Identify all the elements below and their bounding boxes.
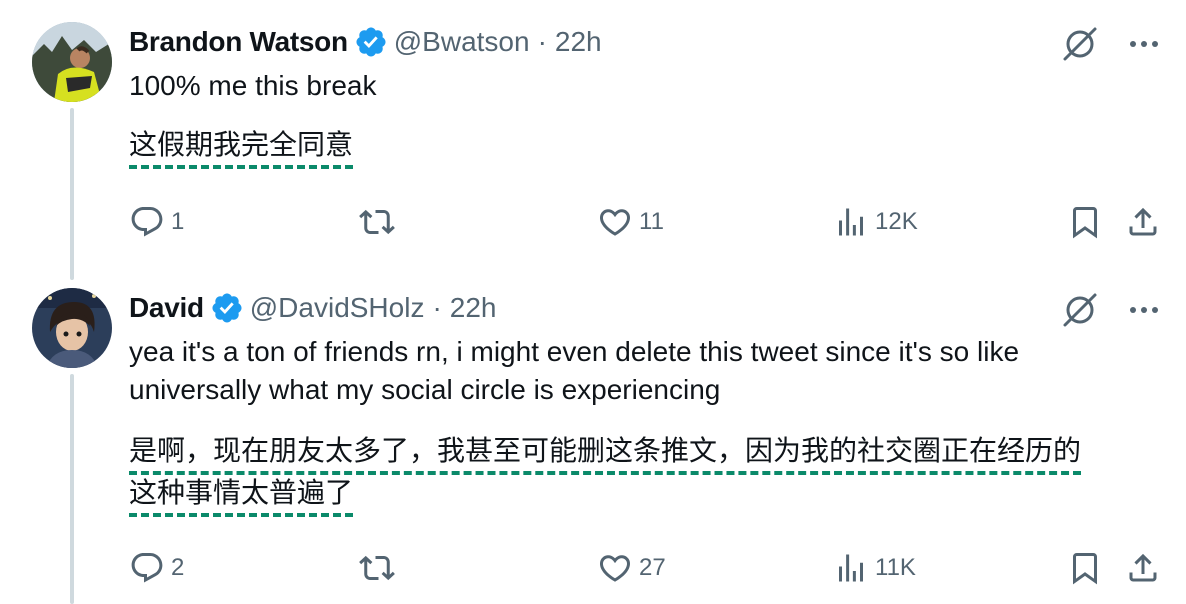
like-button[interactable]: 27 [597,546,666,590]
bookmark-icon [1073,207,1097,239]
tweet-david[interactable]: David @DavidSHolz · 22h yea it's a ton o… [0,280,1186,604]
bookmark-button[interactable] [1067,200,1103,244]
retweet-icon [359,555,395,581]
avatar[interactable] [32,22,112,102]
timestamp[interactable]: 22h [555,26,602,58]
reply-button[interactable]: 1 [129,200,184,244]
grok-icon[interactable] [1060,290,1100,330]
like-count: 11 [639,208,664,235]
author-name[interactable]: Brandon Watson [129,26,348,58]
share-icon [1129,207,1157,236]
action-bar: 2 27 11K [129,546,1162,590]
author-handle[interactable]: @DavidSHolz [250,292,425,324]
views-count: 12K [875,208,918,235]
translated-text: 这假期我完全同意 [129,124,1159,169]
share-icon [1129,553,1157,582]
retweet-icon [359,209,395,235]
reply-button[interactable]: 2 [129,546,184,590]
tweet-text: yea it's a ton of friends rn, i might ev… [129,336,1020,405]
verified-badge-icon [212,293,242,323]
bookmark-icon [1073,553,1097,585]
tweet-text: 100% me this break [129,70,377,101]
share-button[interactable] [1125,546,1161,590]
translated-line: 这假期我完全同意 [129,128,354,169]
views-icon [839,554,863,582]
retweet-button[interactable] [359,546,401,590]
like-count: 27 [639,554,666,581]
reply-count: 1 [171,208,185,235]
like-icon [599,209,631,236]
avatar[interactable] [32,288,112,368]
like-button[interactable]: 11 [597,200,664,244]
tweet-brandon[interactable]: Brandon Watson @Bwatson · 22h 100% me th… [0,0,1186,280]
retweet-button[interactable] [359,200,401,244]
author-handle[interactable]: @Bwatson [394,26,530,58]
translated-line: 是啊，现在朋友太多了，我甚至可能删这条推文，因为我的社交圈正在经历的 [129,434,1082,475]
action-bar: 1 11 12K [129,200,1162,244]
separator: · [537,26,547,57]
translated-text: 是啊，现在朋友太多了，我甚至可能删这条推文，因为我的社交圈正在经历的 这种事情太… [129,430,1159,517]
views-button[interactable]: 11K [833,546,916,590]
more-icon[interactable] [1126,292,1162,328]
reply-icon [131,553,163,583]
views-button[interactable]: 12K [833,200,918,244]
like-icon [599,555,631,582]
reply-icon [131,207,163,237]
verified-badge-icon [356,27,386,57]
grok-icon[interactable] [1060,24,1100,64]
views-count: 11K [875,554,916,581]
bookmark-button[interactable] [1067,546,1103,590]
more-icon[interactable] [1126,26,1162,62]
separator: · [432,292,442,323]
translated-line: 这种事情太普遍了 [129,476,354,517]
author-name[interactable]: David [129,292,204,324]
share-button[interactable] [1125,200,1161,244]
views-icon [839,208,863,236]
timestamp[interactable]: 22h [450,292,497,324]
reply-count: 2 [171,554,185,581]
